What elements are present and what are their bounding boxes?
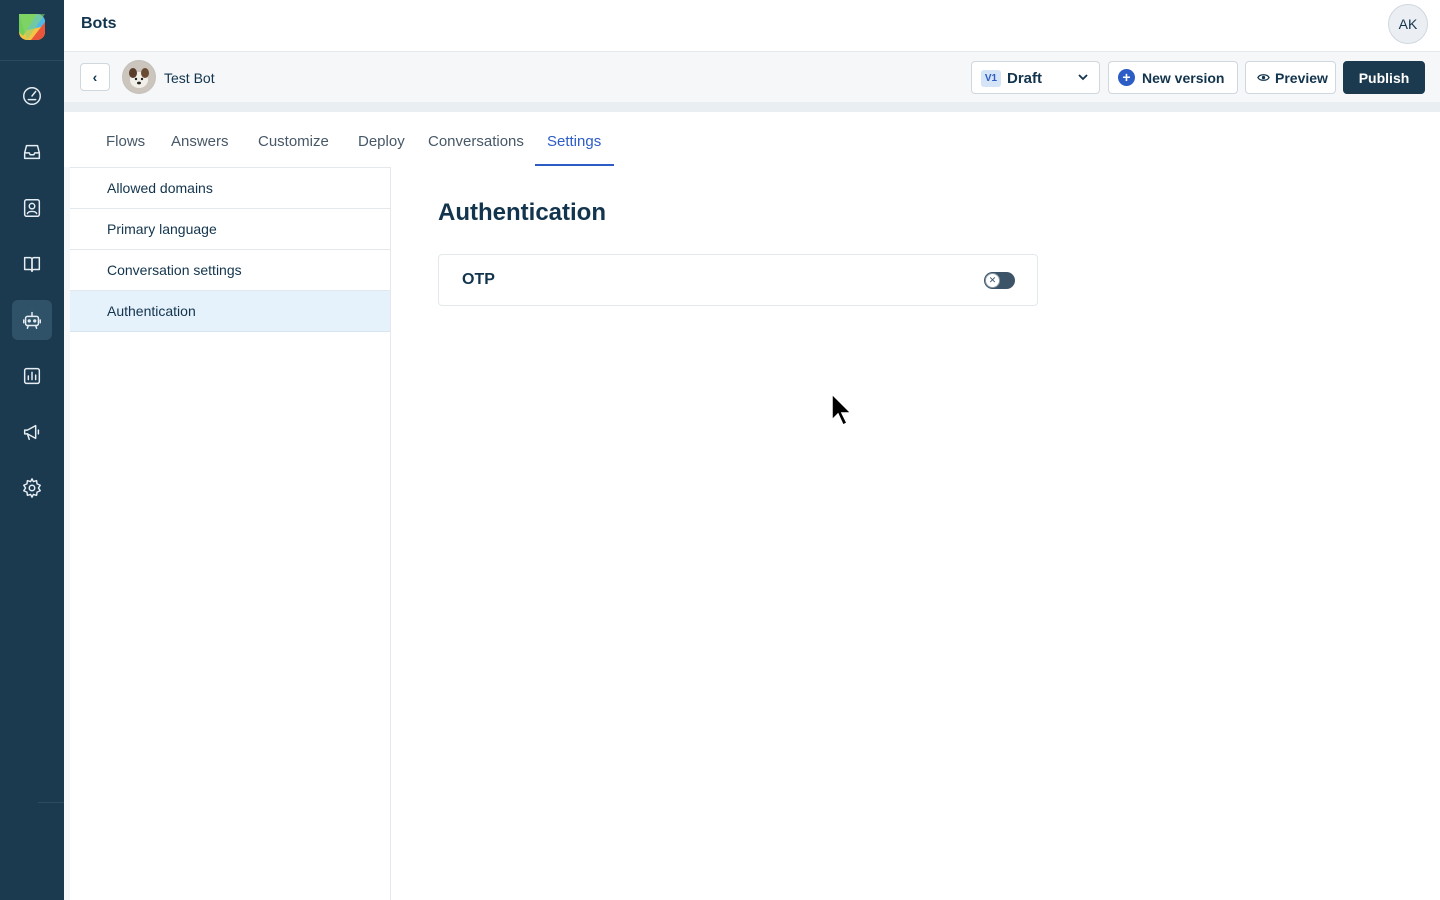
new-version-button[interactable]: + New version: [1108, 61, 1238, 94]
tab-flows[interactable]: Flows: [106, 133, 145, 150]
rail-item-campaigns[interactable]: [12, 412, 52, 452]
rail-item-analytics[interactable]: [12, 356, 52, 396]
section-title: Authentication: [438, 199, 606, 226]
contacts-icon: [23, 199, 41, 217]
bot-header-bar: ‹ Test Bot V1 Draft + New version Previe…: [64, 52, 1440, 102]
settings-nav-primary-language[interactable]: Primary language: [70, 209, 390, 250]
tab-answers[interactable]: Answers: [171, 133, 229, 150]
dog-avatar-icon: [124, 62, 154, 92]
rail-item-bots[interactable]: [12, 300, 52, 340]
app-logo-icon[interactable]: [15, 10, 49, 44]
tab-customize[interactable]: Customize: [258, 133, 329, 150]
rail-item-knowledge-base[interactable]: [12, 244, 52, 284]
preview-label: Preview: [1275, 69, 1328, 86]
bot-avatar: [122, 60, 156, 94]
eye-icon: [1257, 74, 1270, 81]
bot-tabs: Flows Answers Customize Deploy Conversat…: [64, 113, 1440, 168]
rail-item-contacts[interactable]: [12, 188, 52, 228]
version-state: Draft: [1007, 70, 1043, 87]
active-tab-indicator: [535, 164, 614, 166]
knowledge-base-icon: [23, 256, 41, 273]
version-badge: V1: [981, 70, 1001, 87]
back-button[interactable]: ‹: [80, 63, 110, 91]
tab-deploy[interactable]: Deploy: [358, 133, 405, 150]
top-bar: Bots AK: [64, 0, 1440, 52]
preview-button[interactable]: Preview: [1245, 61, 1336, 94]
bot-name: Test Bot: [164, 70, 215, 86]
settings-nav-conversation-settings[interactable]: Conversation settings: [70, 250, 390, 291]
mouse-pointer-icon: [831, 392, 853, 427]
otp-setting-card: OTP ✕: [438, 254, 1038, 306]
user-avatar[interactable]: AK: [1388, 4, 1428, 44]
left-rail: [0, 0, 64, 900]
close-icon: ✕: [985, 273, 1000, 288]
settings-nav: Allowed domains Primary language Convers…: [70, 167, 391, 900]
rail-footer-divider: [38, 802, 64, 803]
plus-circle-icon: +: [1118, 69, 1135, 86]
chevron-down-icon: [1078, 74, 1088, 81]
inbox-icon: [23, 144, 41, 160]
rail-item-dashboard[interactable]: [12, 76, 52, 116]
page-title: Bots: [81, 15, 117, 32]
settings-nav-allowed-domains[interactable]: Allowed domains: [70, 168, 390, 209]
tab-conversations[interactable]: Conversations: [428, 133, 524, 150]
rail-item-settings[interactable]: [12, 468, 52, 508]
publish-button[interactable]: Publish: [1343, 61, 1425, 94]
tab-settings[interactable]: Settings: [547, 133, 601, 150]
dashboard-icon: [23, 87, 41, 105]
version-select[interactable]: V1 Draft: [971, 61, 1100, 94]
new-version-label: New version: [1142, 69, 1225, 86]
bots-icon: [23, 311, 41, 329]
otp-toggle[interactable]: ✕: [984, 272, 1015, 289]
settings-icon: [23, 478, 41, 498]
otp-label: OTP: [462, 271, 495, 288]
campaigns-icon: [23, 424, 40, 441]
settings-nav-authentication[interactable]: Authentication: [70, 291, 390, 332]
header-strip: [64, 102, 1440, 112]
rail-item-inbox[interactable]: [12, 132, 52, 172]
rail-divider: [0, 60, 64, 61]
analytics-icon: [23, 367, 41, 385]
chevron-left-icon: ‹: [92, 69, 98, 85]
